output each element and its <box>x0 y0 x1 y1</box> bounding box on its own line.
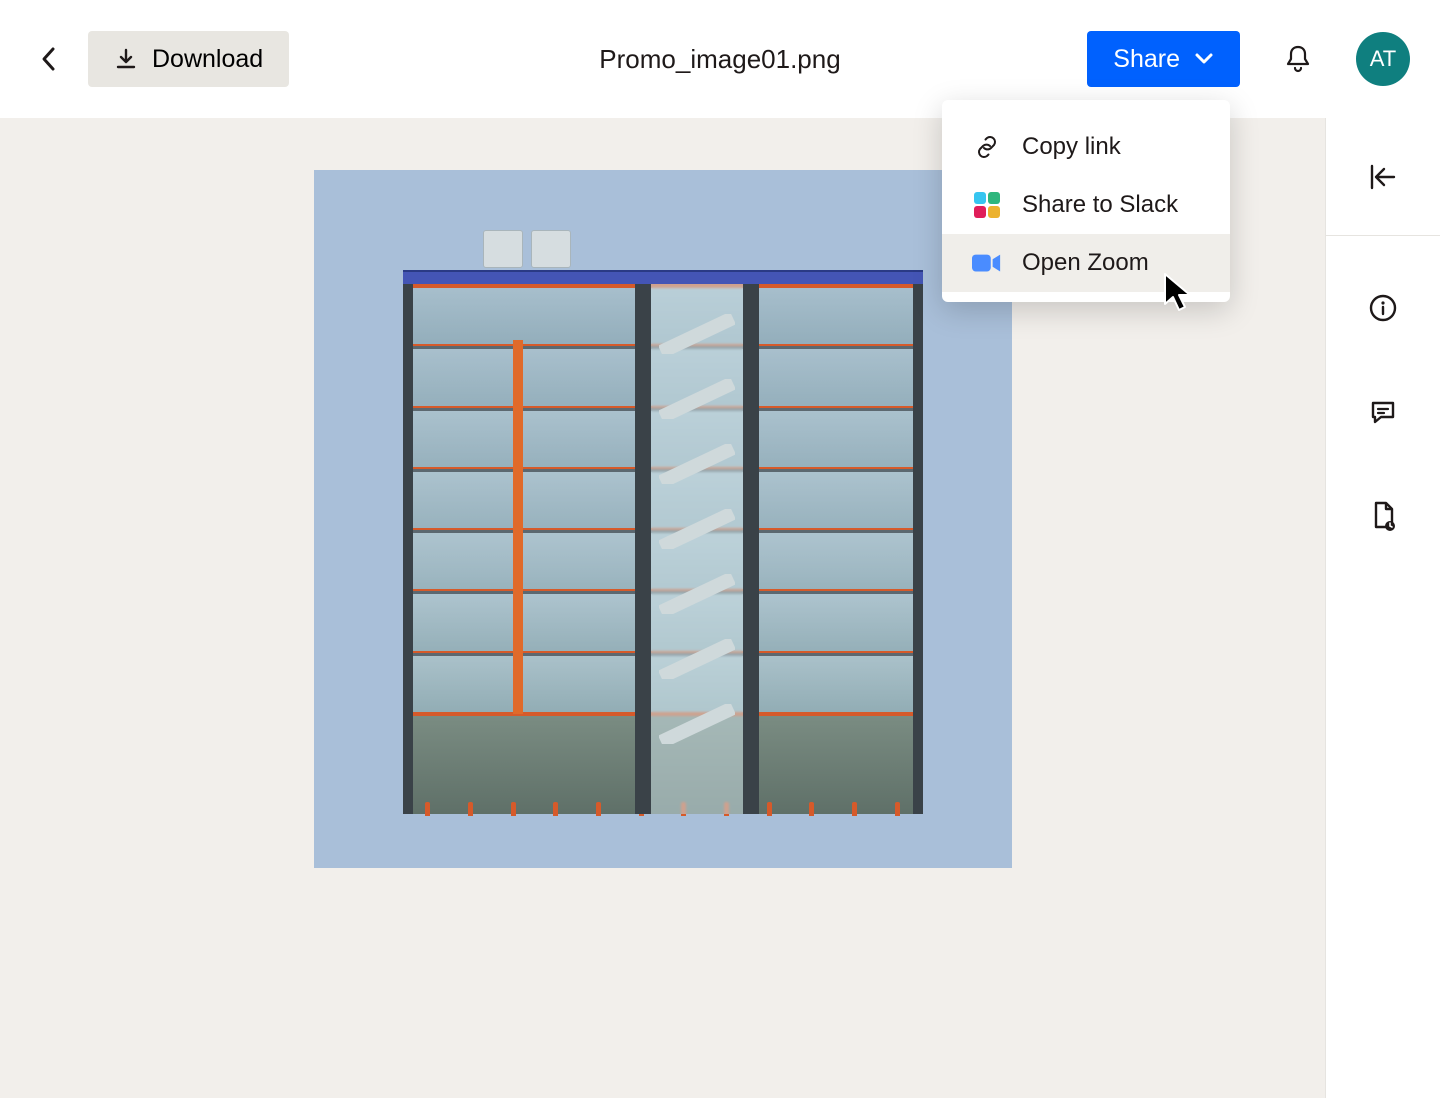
file-activity-button[interactable] <box>1361 494 1405 538</box>
dropdown-item-open-zoom[interactable]: Open Zoom <box>942 234 1230 292</box>
preview-image <box>314 170 1012 868</box>
collapse-panel-icon <box>1368 163 1398 191</box>
download-button[interactable]: Download <box>88 31 289 87</box>
collapse-panel-button[interactable] <box>1361 155 1405 199</box>
rail-collapse-section <box>1326 118 1440 236</box>
dropdown-item-share-slack[interactable]: Share to Slack <box>942 176 1230 234</box>
slack-icon <box>972 190 1002 220</box>
back-button[interactable] <box>30 40 68 78</box>
zoom-icon <box>972 248 1002 278</box>
share-button[interactable]: Share <box>1087 31 1240 87</box>
avatar-initials: AT <box>1370 46 1396 72</box>
link-icon <box>972 132 1002 162</box>
dropdown-item-copy-link[interactable]: Copy link <box>942 118 1230 176</box>
chevron-left-icon <box>39 45 59 73</box>
dropdown-item-label: Copy link <box>1022 133 1121 161</box>
bell-icon <box>1282 43 1314 75</box>
file-activity-icon <box>1368 500 1398 532</box>
download-icon <box>114 47 138 71</box>
top-right-controls: Share AT <box>1087 31 1410 87</box>
right-rail <box>1325 118 1440 1098</box>
download-label: Download <box>152 45 263 74</box>
dropdown-item-label: Share to Slack <box>1022 191 1178 219</box>
info-icon <box>1368 293 1398 323</box>
avatar[interactable]: AT <box>1356 32 1410 86</box>
chevron-down-icon <box>1194 52 1214 66</box>
share-dropdown: Copy link Share to Slack Open Zoom <box>942 100 1230 302</box>
building-render <box>403 284 923 814</box>
notifications-button[interactable] <box>1276 37 1320 81</box>
info-button[interactable] <box>1361 286 1405 330</box>
comment-icon <box>1368 397 1398 427</box>
comments-button[interactable] <box>1361 390 1405 434</box>
file-title: Promo_image01.png <box>599 44 840 75</box>
share-label: Share <box>1113 45 1180 74</box>
dropdown-item-label: Open Zoom <box>1022 249 1149 277</box>
